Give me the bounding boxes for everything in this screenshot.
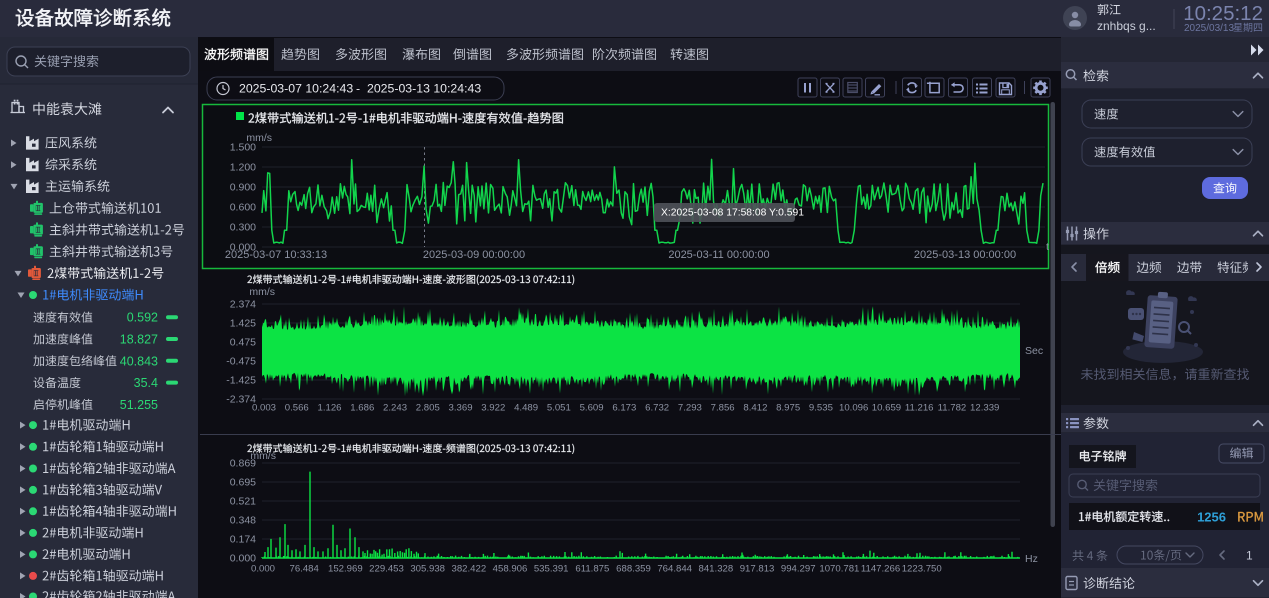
svg-text:305.938: 305.938 [410, 564, 445, 575]
svg-text:1147.266: 1147.266 [861, 564, 900, 575]
svg-text:2025-03-09 00:00:00: 2025-03-09 00:00:00 [423, 249, 525, 261]
svg-text:1256: 1256 [1197, 510, 1226, 525]
svg-text:X:2025-03-08 17:58:08 Y:0.591: X:2025-03-08 17:58:08 Y:0.591 [661, 208, 804, 219]
svg-text:35.4: 35.4 [134, 376, 158, 390]
svg-text:11.216: 11.216 [905, 403, 934, 414]
svg-text:0.592: 0.592 [127, 311, 158, 325]
svg-text:611.875: 611.875 [575, 564, 609, 575]
svg-text:0.600: 0.600 [230, 202, 256, 214]
svg-text:t: t [1046, 241, 1049, 253]
svg-text:0.566: 0.566 [285, 403, 309, 414]
svg-text:917.813: 917.813 [740, 564, 775, 575]
svg-text:2025-03-07 10:24:43: 2025-03-07 10:24:43 [239, 82, 353, 96]
svg-text:Hz: Hz [1025, 553, 1038, 565]
svg-text:0.900: 0.900 [230, 182, 256, 194]
svg-text:1.200: 1.200 [230, 162, 256, 174]
svg-text:458.906: 458.906 [493, 564, 528, 575]
svg-text:-0.475: -0.475 [226, 356, 256, 368]
svg-text:1.500: 1.500 [230, 142, 256, 154]
svg-text:2025-03-13 00:00:00: 2025-03-13 00:00:00 [914, 249, 1016, 261]
svg-text:0.348: 0.348 [230, 515, 256, 527]
svg-text:2.243: 2.243 [383, 403, 407, 414]
svg-text:0.174: 0.174 [230, 534, 256, 546]
svg-text:5.609: 5.609 [580, 403, 604, 414]
svg-text:994.297: 994.297 [781, 564, 816, 575]
svg-text:0.695: 0.695 [230, 477, 256, 489]
svg-text:4.489: 4.489 [514, 403, 538, 414]
svg-text:2025/03/13: 2025/03/13 [1184, 23, 1234, 34]
svg-text:0.003: 0.003 [252, 403, 276, 414]
svg-text:1.425: 1.425 [230, 318, 256, 330]
svg-text:7.856: 7.856 [711, 403, 735, 414]
svg-text:10.096: 10.096 [839, 403, 868, 414]
svg-text:1.686: 1.686 [350, 403, 374, 414]
svg-text:535.391: 535.391 [534, 564, 569, 575]
svg-text:76.484: 76.484 [289, 564, 319, 575]
svg-text:2.805: 2.805 [416, 403, 440, 414]
svg-text:3.922: 3.922 [481, 403, 505, 414]
svg-text:6.173: 6.173 [612, 403, 636, 414]
svg-text:51.255: 51.255 [120, 398, 158, 412]
svg-text:0.000: 0.000 [251, 564, 275, 575]
svg-text:1070.781: 1070.781 [819, 564, 859, 575]
svg-text:8.975: 8.975 [776, 403, 800, 414]
svg-text:7.293: 7.293 [678, 403, 702, 414]
svg-text:5.051: 5.051 [547, 403, 571, 414]
svg-text:-1.425: -1.425 [226, 375, 256, 387]
svg-text:9.535: 9.535 [809, 403, 833, 414]
svg-text:10:25:12: 10:25:12 [1183, 2, 1263, 25]
svg-text:229.453: 229.453 [369, 564, 404, 575]
svg-text:2.374: 2.374 [230, 299, 256, 311]
svg-text:Sec: Sec [1025, 345, 1043, 357]
svg-text:152.969: 152.969 [328, 564, 363, 575]
svg-text:8.412: 8.412 [743, 403, 767, 414]
svg-text:11.782: 11.782 [938, 403, 967, 414]
svg-text:841.328: 841.328 [699, 564, 734, 575]
svg-text:18.827: 18.827 [120, 333, 158, 347]
svg-text:1: 1 [1246, 549, 1253, 563]
svg-text:znhbqs g...: znhbqs g... [1097, 19, 1156, 33]
svg-text:0.475: 0.475 [230, 337, 256, 349]
svg-text:688.359: 688.359 [616, 564, 651, 575]
svg-text:0.300: 0.300 [230, 222, 256, 234]
svg-text:0.521: 0.521 [230, 496, 256, 508]
svg-text:1223.750: 1223.750 [902, 564, 942, 575]
svg-text:382.422: 382.422 [452, 564, 487, 575]
svg-text:2025-03-11 00:00:00: 2025-03-11 00:00:00 [668, 249, 769, 261]
svg-text:0.869: 0.869 [230, 458, 256, 470]
svg-text:10.659: 10.659 [872, 403, 901, 414]
svg-text:mm/s: mm/s [249, 286, 275, 298]
svg-text:6.732: 6.732 [645, 403, 669, 414]
svg-text:2025-03-13 10:24:43: 2025-03-13 10:24:43 [367, 82, 481, 96]
svg-text:2025-03-07 10:33:13: 2025-03-07 10:33:13 [225, 249, 327, 261]
svg-text:1.126: 1.126 [318, 403, 342, 414]
svg-text:764.844: 764.844 [657, 564, 692, 575]
svg-text:3.369: 3.369 [449, 403, 473, 414]
svg-text:40.843: 40.843 [120, 354, 158, 368]
svg-text:12.339: 12.339 [970, 403, 999, 414]
svg-text:-: - [356, 82, 360, 96]
